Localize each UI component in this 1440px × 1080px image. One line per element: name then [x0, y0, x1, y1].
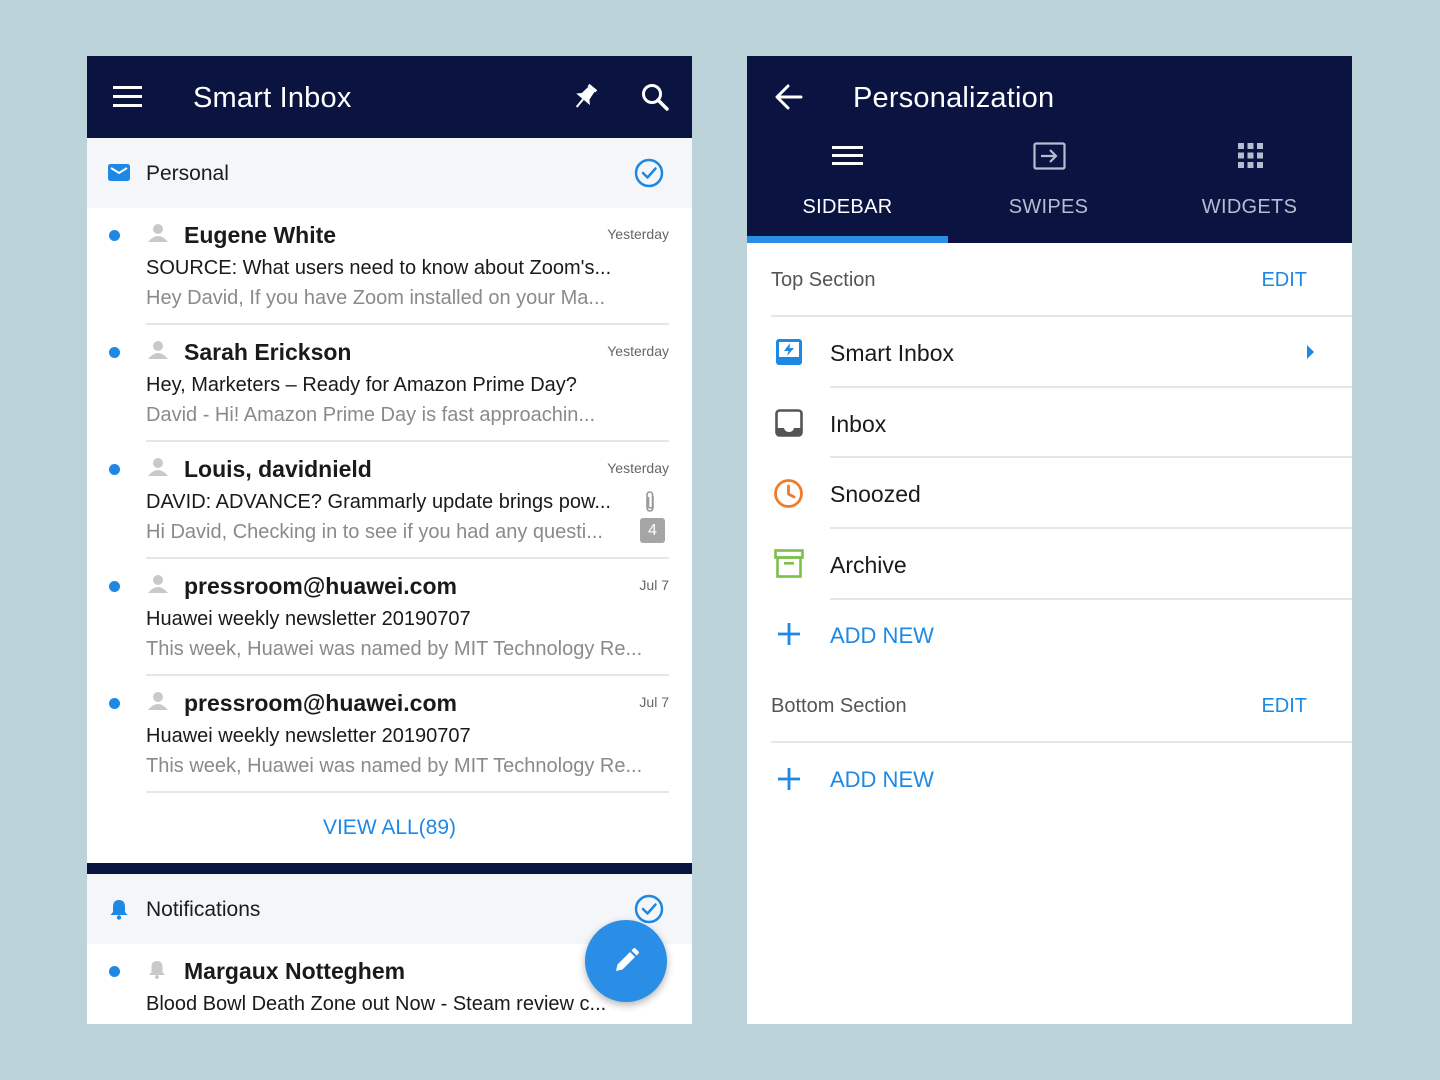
smart-inbox-icon: [775, 338, 803, 366]
grid-icon: [1238, 143, 1263, 168]
notification-sender: Margaux Notteghem: [184, 958, 406, 984]
unread-dot: [109, 347, 120, 358]
thread-count-badge: 4: [640, 518, 665, 543]
email-preview: Hi David, Checking in to see if you had …: [146, 521, 603, 543]
tab-label: SIDEBAR: [802, 196, 893, 218]
person-icon: [147, 340, 169, 360]
email-date: Jul 7: [639, 577, 669, 593]
page-title: Smart Inbox: [193, 82, 352, 114]
email-subject: Huawei weekly newsletter 20190707: [146, 608, 471, 630]
menu-icon: [832, 145, 863, 167]
email-row[interactable]: Louis, davidnield Yesterday DAVID: ADVAN…: [87, 442, 692, 559]
clock-icon: [773, 478, 804, 509]
email-date: Yesterday: [607, 460, 669, 476]
personal-section-header[interactable]: Personal: [87, 138, 692, 208]
unread-dot: [109, 966, 120, 977]
sidebar-item-archive[interactable]: Archive: [747, 529, 1352, 599]
smart-inbox-screen: Smart Inbox Personal Eugene White Yester…: [87, 56, 692, 1024]
email-date: Yesterday: [607, 343, 669, 359]
personal-section-label: Personal: [146, 162, 229, 185]
email-row[interactable]: pressroom@huawei.com Jul 7 Huawei weekly…: [87, 676, 692, 793]
sidebar-item-label: Inbox: [830, 411, 887, 437]
add-new-top-button[interactable]: ADD NEW: [747, 600, 1352, 670]
notifications-section-label: Notifications: [146, 898, 261, 921]
search-icon[interactable]: [640, 82, 670, 112]
unread-dot: [109, 230, 120, 241]
unread-dot: [109, 464, 120, 475]
email-row[interactable]: Eugene White Yesterday SOURCE: What user…: [87, 208, 692, 325]
menu-icon[interactable]: [113, 85, 143, 109]
unread-dot: [109, 698, 120, 709]
check-circle-icon[interactable]: [634, 158, 664, 188]
tab-label: SWIPES: [1008, 196, 1089, 218]
email-date: Yesterday: [607, 226, 669, 242]
sidebar-item-inbox[interactable]: Inbox: [747, 388, 1352, 458]
person-icon: [147, 223, 169, 243]
unread-dot: [109, 581, 120, 592]
email-row[interactable]: pressroom@huawei.com Jul 7 Huawei weekly…: [87, 559, 692, 676]
email-subject: SOURCE: What users need to know about Zo…: [146, 257, 612, 279]
add-new-bottom-button[interactable]: ADD NEW: [747, 744, 1352, 814]
sidebar-item-snoozed[interactable]: Snoozed: [747, 458, 1352, 528]
top-section-edit-button[interactable]: EDIT: [1261, 269, 1307, 292]
personalization-screen: Personalization SIDEBAR SWIPES WIDGETS T…: [747, 56, 1352, 1024]
email-sender: Eugene White: [184, 222, 337, 248]
bell-icon: [147, 959, 167, 979]
email-sender: Louis, davidnield: [184, 456, 372, 482]
pin-icon[interactable]: [569, 81, 601, 113]
view-all-link[interactable]: VIEW ALL(89): [87, 816, 692, 840]
plus-icon: [777, 622, 801, 646]
add-new-label: ADD NEW: [830, 767, 934, 792]
chevron-right-icon[interactable]: [1306, 345, 1315, 359]
tab-indicator: [747, 236, 948, 243]
sidebar-item-smart-inbox[interactable]: Smart Inbox: [747, 317, 1352, 387]
email-subject: DAVID: ADVANCE? Grammarly update brings …: [146, 491, 611, 513]
email-sender: pressroom@huawei.com: [184, 573, 457, 599]
divider: [771, 741, 1352, 743]
email-date: Jul 7: [639, 694, 669, 710]
check-circle-icon[interactable]: [634, 894, 664, 924]
email-preview: Hey David, If you have Zoom installed on…: [146, 287, 606, 309]
email-preview: This week, Huawei was named by MIT Techn…: [146, 638, 643, 660]
tab-label: WIDGETS: [1201, 196, 1298, 218]
notification-subject: Blood Bowl Death Zone out Now - Steam re…: [146, 993, 607, 1015]
bell-icon: [109, 898, 129, 920]
section-separator: [87, 863, 692, 874]
person-icon: [147, 691, 169, 711]
compose-button[interactable]: [585, 920, 667, 1002]
person-icon: [147, 457, 169, 477]
plus-icon: [777, 767, 801, 791]
archive-icon: [774, 549, 804, 579]
person-icon: [147, 574, 169, 594]
attachment-icon: [643, 490, 657, 514]
top-section-title: Top Section: [771, 269, 876, 291]
email-preview: David - Hi! Amazon Prime Day is fast app…: [146, 404, 596, 426]
sidebar-item-label: Snoozed: [830, 481, 921, 507]
mail-icon: [108, 164, 130, 182]
bottom-section-edit-button[interactable]: EDIT: [1261, 695, 1307, 718]
swipe-icon: [1033, 142, 1066, 170]
email-row[interactable]: Sarah Erickson Yesterday Hey, Marketers …: [87, 325, 692, 442]
email-sender: pressroom@huawei.com: [184, 690, 457, 716]
email-preview: This week, Huawei was named by MIT Techn…: [146, 755, 643, 777]
sidebar-item-label: Smart Inbox: [830, 340, 954, 366]
app-bar: Personalization SIDEBAR SWIPES WIDGETS: [747, 56, 1352, 243]
inbox-icon: [775, 409, 803, 437]
tab-swipes[interactable]: SWIPES: [948, 56, 1149, 243]
divider: [146, 791, 669, 793]
sidebar-item-label: Archive: [830, 552, 907, 578]
email-subject: Hey, Marketers – Ready for Amazon Prime …: [146, 374, 577, 396]
pencil-icon: [612, 947, 640, 975]
bottom-section-title: Bottom Section: [771, 695, 907, 717]
tab-sidebar[interactable]: SIDEBAR: [747, 56, 948, 243]
email-subject: Huawei weekly newsletter 20190707: [146, 725, 471, 747]
email-sender: Sarah Erickson: [184, 339, 352, 365]
tab-widgets[interactable]: WIDGETS: [1149, 56, 1350, 243]
app-bar: Smart Inbox: [87, 56, 692, 138]
add-new-label: ADD NEW: [830, 623, 934, 648]
